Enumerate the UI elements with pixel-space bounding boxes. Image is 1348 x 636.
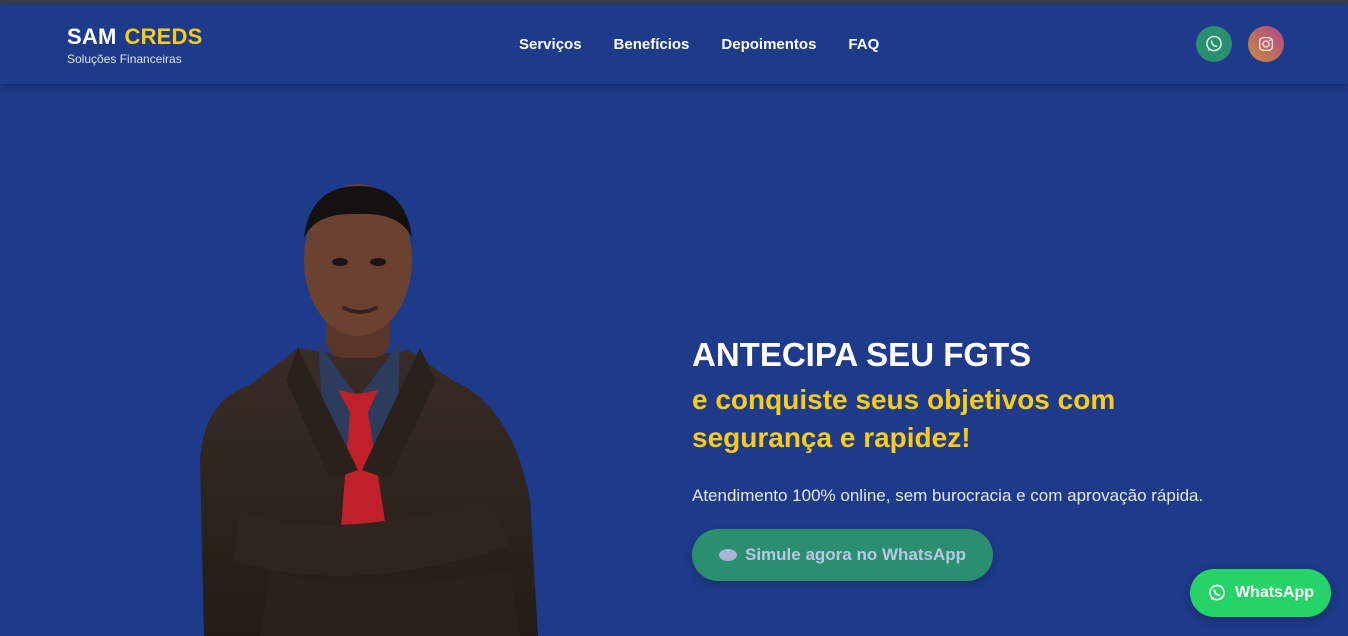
man-in-suit-photo <box>200 184 538 636</box>
header-whatsapp-button[interactable] <box>1196 26 1232 62</box>
floating-whatsapp-button[interactable]: WhatsApp <box>1190 569 1331 617</box>
floating-whatsapp-label: WhatsApp <box>1234 584 1315 601</box>
instagram-icon <box>1258 36 1274 52</box>
hero-title: ANTECIPA SEU FGTS <box>692 336 1032 373</box>
whatsapp-icon <box>1206 35 1222 52</box>
brand-name-accent: CREDS <box>124 24 203 49</box>
brand-tagline: Soluções Financeiras <box>67 52 182 66</box>
brand-name-primary: SAM <box>67 24 117 49</box>
site-header: SAM CREDS Soluções Financeiras Serviços B… <box>0 4 1348 84</box>
nav-item-faq[interactable]: FAQ <box>848 34 879 56</box>
simulate-whatsapp-button[interactable]: Simule agora no WhatsApp <box>692 529 993 581</box>
brand-logo[interactable]: SAM CREDS Soluções Financeiras <box>67 24 203 67</box>
hero-content: ANTECIPA SEU FGTS e conquiste seus objet… <box>692 334 1312 508</box>
main-nav: Serviços Benefícios Depoimentos FAQ <box>519 34 879 56</box>
cta-label: Simule agora no WhatsApp <box>744 545 967 564</box>
brand-title: SAM CREDS <box>67 24 203 50</box>
nav-item-depoimentos[interactable]: Depoimentos <box>721 34 816 56</box>
hero-subtitle: e conquiste seus objetivos com segurança… <box>692 384 1116 453</box>
nav-item-servicos[interactable]: Serviços <box>519 34 582 56</box>
hero-description: Atendimento 100% online, sem burocracia … <box>692 486 1204 505</box>
whatsapp-icon <box>1209 584 1225 601</box>
nav-item-beneficios[interactable]: Benefícios <box>614 34 690 56</box>
speech-bubble-icon <box>718 549 737 561</box>
header-instagram-button[interactable] <box>1248 26 1284 62</box>
